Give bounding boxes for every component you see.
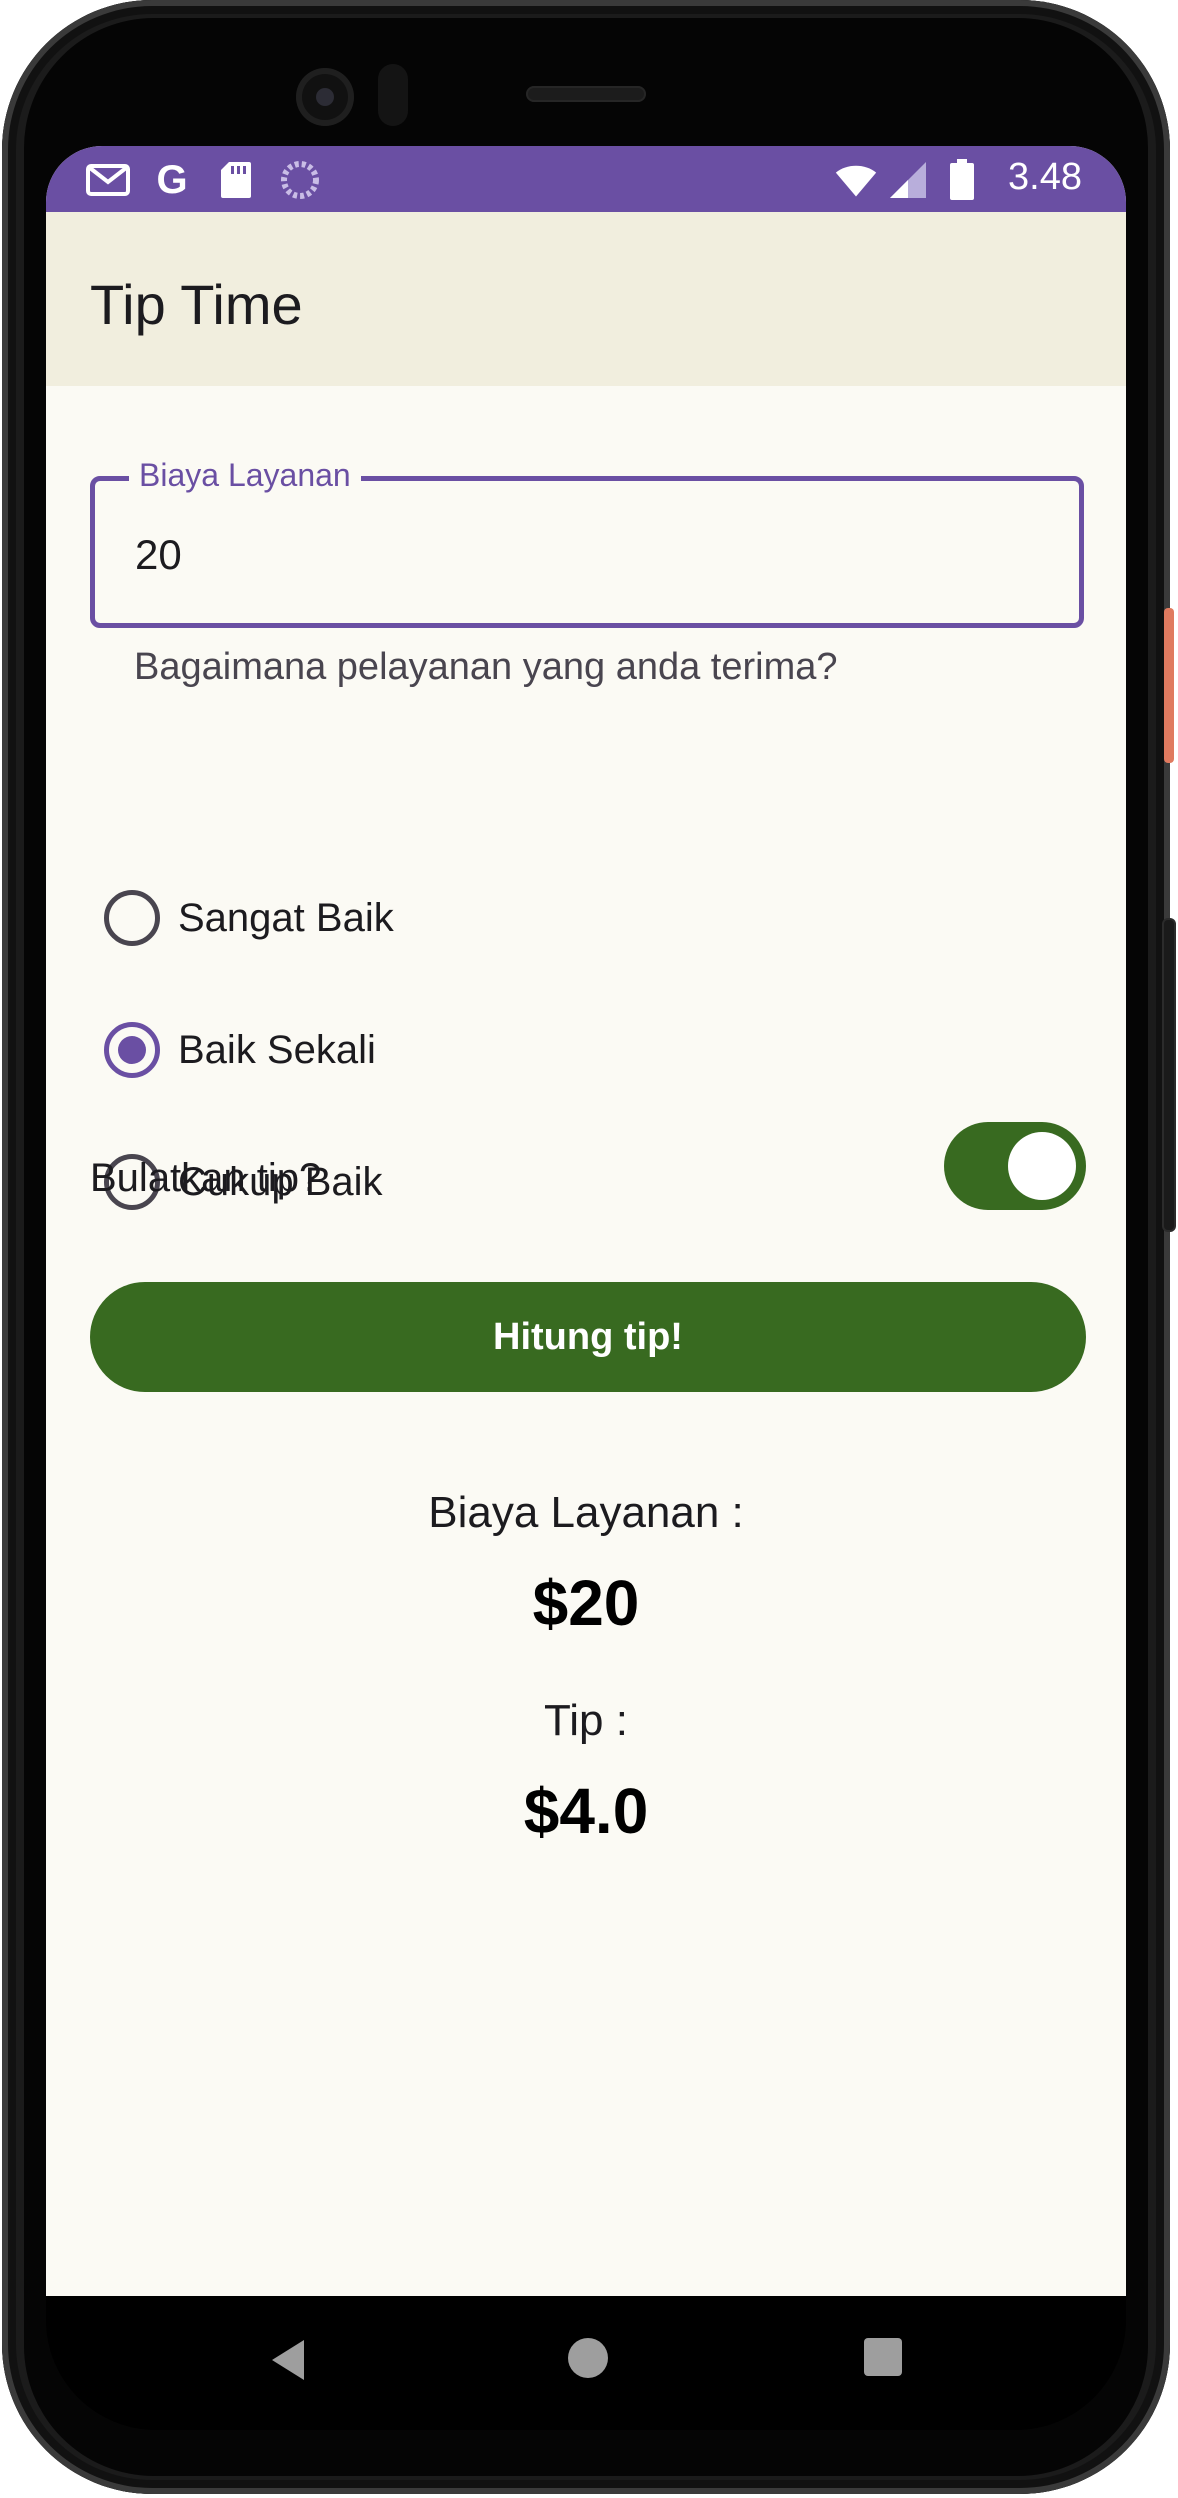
home-icon[interactable] (568, 2338, 608, 2378)
app-title: Tip Time (90, 273, 303, 336)
front-camera (296, 68, 354, 126)
gmail-icon (86, 158, 130, 202)
wifi-icon (834, 158, 878, 202)
loading-icon (278, 158, 322, 202)
bill-result-label: Biaya Layanan : (428, 1488, 744, 1537)
earpiece-speaker (526, 86, 646, 102)
calculate-tip-button[interactable]: Hitung tip! (90, 1282, 1086, 1392)
top-app-bar: Tip Time (46, 212, 1126, 386)
radio-label: Baik Sekali (178, 1027, 376, 1072)
radio-option-sangat-baik[interactable]: Sangat Baik (90, 858, 590, 978)
signal-icon (886, 158, 930, 202)
status-bar: G 3.48 (46, 146, 1126, 212)
bill-amount-label: Biaya Layanan (129, 457, 361, 494)
switch-thumb (1008, 1132, 1076, 1200)
radio-button[interactable] (104, 890, 160, 946)
battery-icon (940, 158, 984, 202)
power-button (1164, 608, 1174, 763)
proximity-sensor (378, 64, 408, 126)
bill-result-value: $20 (532, 1567, 640, 1639)
radio-option-baik-sekali[interactable]: Baik Sekali (90, 990, 590, 1110)
round-up-switch[interactable] (944, 1122, 1086, 1210)
app-screen: G 3.48 Tip Time Biaya Layanan Bagaimana … (46, 146, 1126, 2296)
google-icon: G (156, 157, 188, 202)
sd-card-icon (214, 158, 258, 202)
volume-button (1164, 920, 1174, 1230)
back-icon[interactable] (272, 2340, 304, 2380)
recent-apps-icon[interactable] (864, 2338, 902, 2376)
status-time: 3.48 (1008, 156, 1082, 198)
bill-amount-field[interactable]: Biaya Layanan (90, 457, 1084, 628)
bill-amount-input[interactable] (135, 531, 1035, 579)
tip-result-label: Tip : (544, 1696, 628, 1745)
round-up-label: Bulatkan tip? (90, 1156, 322, 1200)
navigation-bar (46, 2296, 1126, 2430)
service-question: Bagaimana pelayanan yang anda terima? (134, 646, 838, 688)
tip-result-value: $4.0 (523, 1775, 649, 1847)
radio-button-selected[interactable] (104, 1022, 160, 1078)
radio-label: Sangat Baik (178, 895, 394, 940)
